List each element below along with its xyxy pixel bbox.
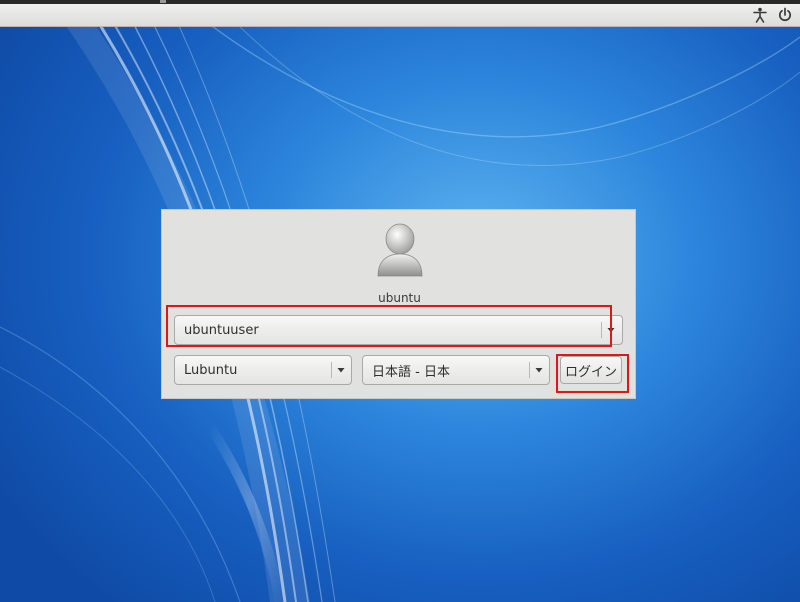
session-value: Lubuntu (184, 362, 238, 378)
user-avatar-icon (377, 223, 423, 277)
login-button[interactable]: ログイン (560, 356, 622, 384)
language-combo[interactable]: 日本語 - 日本 (362, 355, 550, 385)
accessibility-button[interactable] (750, 6, 770, 24)
dropdown-arrow-icon (606, 316, 616, 344)
power-icon (778, 7, 792, 22)
combo-separator (331, 362, 332, 378)
dropdown-arrow-icon (534, 356, 544, 384)
top-edge-marker (160, 0, 166, 3)
top-panel (0, 4, 800, 27)
username-value: ubuntuuser (184, 322, 259, 338)
combo-separator (601, 322, 602, 338)
login-dialog: ubuntu ubuntuuser Lubuntu 日本語 - 日本 ログイン (161, 209, 636, 399)
combo-separator (529, 362, 530, 378)
dropdown-arrow-icon (336, 356, 346, 384)
language-value: 日本語 - 日本 (372, 364, 450, 380)
session-combo[interactable]: Lubuntu (174, 355, 352, 385)
accessibility-icon (753, 7, 767, 23)
user-display-name: ubuntu (378, 291, 421, 305)
login-screen: ubuntu ubuntuuser Lubuntu 日本語 - 日本 ログイン (0, 0, 800, 602)
user-avatar (372, 220, 428, 280)
username-combo[interactable]: ubuntuuser (174, 315, 623, 345)
power-button[interactable] (775, 6, 795, 24)
